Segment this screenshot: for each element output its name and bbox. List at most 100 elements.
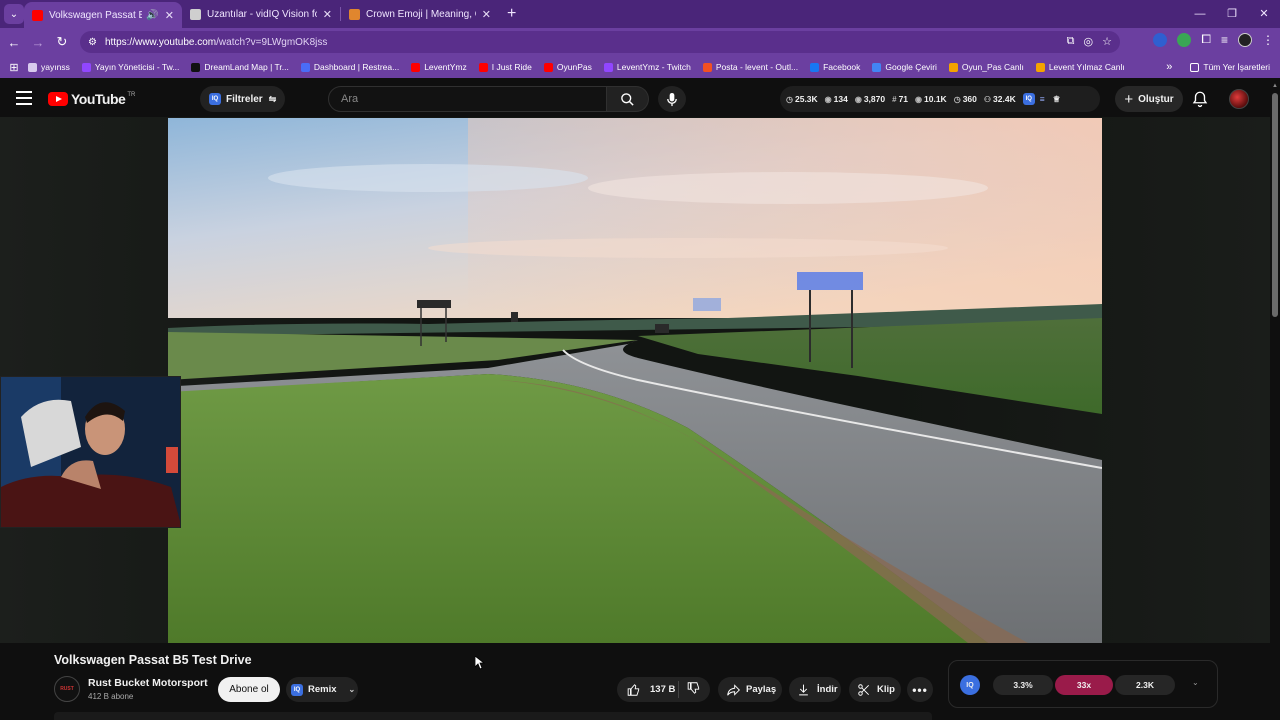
video-frame-road-scene — [168, 118, 1102, 643]
vidiq-extension-icon[interactable] — [1153, 32, 1168, 47]
vidiq-logo-icon[interactable]: IQ — [960, 675, 980, 695]
dislike-button[interactable] — [679, 681, 701, 698]
minimize-icon[interactable]: — — [1184, 0, 1216, 28]
new-tab-button[interactable]: + — [507, 5, 516, 23]
tab-youtube-video[interactable]: Volkswagen Passat B5 Test 🔊 ✕ — [24, 2, 182, 28]
bookmark-item[interactable]: Posta - levent - Outl... — [702, 62, 798, 72]
description-box-edge — [54, 712, 932, 720]
create-button[interactable]: + Oluştur — [1115, 86, 1183, 112]
filters-label: Filtreler — [226, 93, 263, 105]
url-host: https://www.youtube.com — [104, 36, 217, 48]
more-actions-button[interactable]: ••• — [907, 677, 933, 702]
menu-kebab-icon[interactable]: ⋮ — [1262, 33, 1274, 47]
vidiq-icon: IQ — [209, 93, 221, 105]
search-input[interactable]: Ara — [328, 86, 607, 112]
address-bar[interactable]: ⚙ https://www.youtube.com/watch?v=9LWgmO… — [80, 31, 1120, 53]
bookmark-item[interactable]: Levent Yılmaz Canlı — [1035, 62, 1125, 72]
forward-icon[interactable]: → — [26, 35, 50, 50]
stat-value: 71 — [898, 94, 909, 104]
youtube-logo[interactable]: YouTube TR — [48, 91, 135, 107]
bookmark-item[interactable]: LeventYmz - Twitch — [603, 62, 691, 72]
bookmark-favicon — [810, 62, 820, 72]
tab-vidiq-extension[interactable]: Uzantılar - vidIQ Vision for YouT ✕ — [182, 0, 340, 28]
scroll-up-icon[interactable]: ▲ — [1272, 83, 1278, 89]
address-bar-icons: ⧉ ◎ ☆ — [1067, 35, 1112, 48]
stat-value: 3,870 — [863, 94, 886, 104]
extension-icon[interactable] — [1177, 32, 1192, 47]
back-icon[interactable]: ← — [2, 35, 26, 50]
url-path: /watch?v=9LWgmOK8jss — [216, 36, 328, 48]
hamburger-menu-icon[interactable] — [16, 91, 32, 105]
bookmark-item[interactable]: yayınss — [28, 62, 70, 72]
bookmark-label: Levent Yılmaz Canlı — [1048, 62, 1125, 72]
close-tab-icon[interactable]: ✕ — [482, 8, 491, 21]
remix-label: Remix — [308, 684, 337, 695]
channel-avatar[interactable]: RUST — [54, 676, 80, 702]
bookmark-label: DreamLand Map | Tr... — [204, 62, 289, 72]
bookmark-item[interactable]: Oyun_Pas Canlı — [948, 62, 1024, 72]
close-tab-icon[interactable]: ✕ — [323, 8, 332, 21]
tab-title: Crown Emoji | Meaning, Co — [366, 8, 476, 20]
search-button[interactable] — [607, 86, 649, 112]
close-tab-icon[interactable]: ✕ — [165, 9, 174, 22]
tab-title: Volkswagen Passat B5 Test — [49, 9, 143, 21]
bookmark-star-icon[interactable]: ☆ — [1102, 35, 1112, 48]
bookmark-favicon — [603, 62, 613, 72]
tab-crown-emoji[interactable]: Crown Emoji | Meaning, Co ✕ — [341, 0, 499, 28]
bookmark-favicon — [948, 62, 958, 72]
bookmark-favicon — [300, 62, 310, 72]
profile-avatar[interactable] — [1238, 32, 1252, 47]
install-app-icon[interactable]: ⧉ — [1067, 35, 1075, 48]
list-icon[interactable]: ≡ — [1040, 94, 1045, 104]
vidiq-engagement-metric[interactable]: 3.3% — [993, 675, 1053, 695]
eye-slash-icon[interactable]: ◎ — [1084, 35, 1094, 48]
more-bookmarks-chevron-icon[interactable]: » — [1166, 61, 1172, 73]
site-info-icon[interactable]: ⚙ — [88, 37, 97, 48]
bookmark-item[interactable]: Facebook — [810, 62, 860, 72]
bookmark-item[interactable]: DreamLand Map | Tr... — [191, 62, 289, 72]
voice-search-button[interactable] — [658, 86, 686, 112]
bookmark-item[interactable]: Yayın Yöneticisi - Tw... — [81, 62, 179, 72]
bell-icon[interactable] — [1191, 90, 1209, 108]
vidiq-outlier-metric[interactable]: 33x — [1055, 675, 1113, 695]
bookmark-item[interactable]: Google Çeviri — [872, 62, 937, 72]
page-scrollbar[interactable]: ▲ — [1270, 81, 1280, 720]
remix-button[interactable]: IQ Remix ⌄ — [286, 677, 358, 702]
folder-icon — [1190, 62, 1200, 72]
all-bookmarks-folder[interactable]: Tüm Yer İşaretleri — [1190, 62, 1270, 72]
apps-grid-icon[interactable]: ⊞ — [0, 61, 28, 74]
video-player[interactable] — [168, 118, 1102, 643]
restore-icon[interactable]: ❐ — [1216, 0, 1248, 28]
chevron-down-icon[interactable]: ⌄ — [1192, 678, 1199, 687]
bookmark-item[interactable]: LeventYmz — [411, 62, 467, 72]
puzzle-extensions-icon[interactable]: ⧠ — [1201, 32, 1211, 47]
bookmark-favicon — [1035, 62, 1045, 72]
like-button[interactable]: 137 B — [617, 681, 679, 698]
bookmark-label: yayınss — [41, 62, 70, 72]
subscribe-button[interactable]: Abone ol — [218, 677, 280, 702]
account-avatar[interactable] — [1229, 89, 1249, 109]
media-control-icon[interactable]: ≡ — [1221, 33, 1228, 47]
bookmark-item[interactable]: Dashboard | Restrea... — [300, 62, 399, 72]
download-button[interactable]: İndir — [789, 677, 841, 702]
vidiq-views-per-hour-metric[interactable]: 2.3K — [1115, 675, 1175, 695]
channel-name[interactable]: Rust Bucket Motorsport — [88, 677, 208, 689]
share-button[interactable]: Paylaş — [718, 677, 782, 702]
clip-button[interactable]: Klip — [849, 677, 901, 702]
reload-icon[interactable]: ↻ — [50, 34, 74, 50]
trophy-icon[interactable]: ♕ — [1053, 94, 1061, 105]
country-code: TR — [127, 92, 136, 98]
scrollbar-thumb[interactable] — [1272, 93, 1278, 317]
speaker-icon[interactable]: 🔊 — [146, 10, 158, 21]
bookmark-item[interactable]: I Just Ride — [478, 62, 532, 72]
channel-stat: ⚇ 32.4K — [984, 94, 1016, 104]
close-window-icon[interactable]: ✕ — [1248, 0, 1280, 28]
user-icon: ⚇ — [983, 94, 992, 104]
bookmark-favicon — [872, 62, 882, 72]
search-icon — [621, 92, 634, 106]
bookmark-item[interactable]: OyunPas — [543, 62, 592, 72]
filters-button[interactable]: IQ Filtreler ⇋ — [200, 86, 286, 112]
tab-search-button[interactable]: ⌄ — [4, 4, 24, 24]
vidiq-icon[interactable]: IQ — [1022, 93, 1035, 105]
vidiq-channel-stats[interactable]: ◷ 25.3K ◉ 134 ◉ 3,870 #71 ◉ 10.1K ◷ 360 ⚇ 32.4K IQ ≡ ♕ — [780, 86, 1100, 112]
